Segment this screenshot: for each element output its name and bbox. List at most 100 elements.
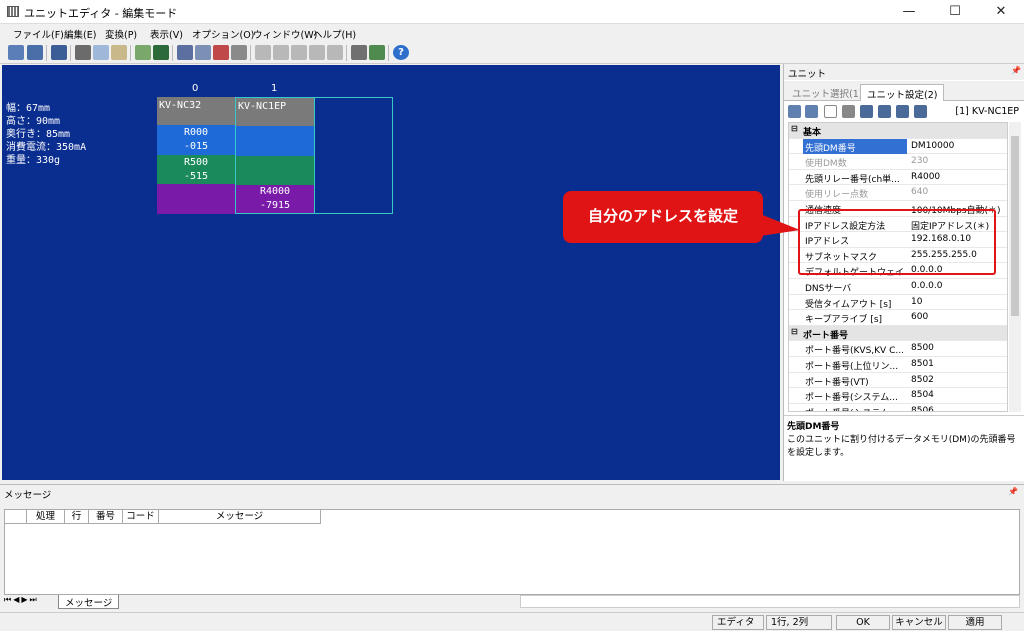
column-header-number[interactable]: 番号: [89, 510, 123, 524]
property-row[interactable]: 使用リレー点数 640: [789, 185, 1007, 201]
unit-kv-nc1ep[interactable]: KV-NC1EP R4000 -7915: [235, 97, 315, 214]
property-scrollbar[interactable]: [1009, 122, 1021, 412]
empty-slot[interactable]: [315, 97, 393, 214]
description-text: このユニットに割り付けるデータメモリ(DM)の先頭番号を設定します。: [787, 435, 1016, 458]
menu-file[interactable]: ファイル(F): [13, 27, 64, 41]
property-icon[interactable]: [824, 105, 837, 118]
ok-button[interactable]: OK: [836, 615, 890, 630]
column-number: 1: [271, 83, 278, 94]
check-icon[interactable]: [135, 45, 151, 60]
apply-button[interactable]: 適用: [948, 615, 1002, 630]
property-row[interactable]: ポート番号(KVS,KV C... 8500: [789, 341, 1007, 357]
tab-unit-settings[interactable]: ユニット設定(2): [860, 84, 945, 101]
collapse-icon[interactable]: ⊟: [791, 124, 798, 133]
paste-icon[interactable]: [111, 45, 127, 60]
property-value[interactable]: 600: [909, 310, 1007, 325]
tab-unit-select[interactable]: ユニット選択(1): [786, 84, 868, 101]
relay-end: -015: [183, 141, 209, 152]
property-row[interactable]: DNSサーバ 0.0.0.0: [789, 279, 1007, 295]
property-row[interactable]: ポート番号(VT) 8502: [789, 373, 1007, 389]
property-value[interactable]: R4000: [909, 170, 1007, 185]
mode-indicator: エディタ: [712, 615, 764, 630]
export-setting-icon[interactable]: [896, 105, 909, 118]
title-bar: ユニットエディタ - 編集モード — ☐ ✕: [0, 0, 1024, 24]
property-row[interactable]: 受信タイムアウト [s] 10: [789, 295, 1007, 311]
insert-unit-icon[interactable]: [273, 45, 289, 60]
cancel-button[interactable]: キャンセル: [892, 615, 946, 630]
menu-convert[interactable]: 変換(P): [105, 27, 137, 41]
wrench-icon[interactable]: [351, 45, 367, 60]
help-icon[interactable]: ?: [393, 45, 409, 60]
section-port[interactable]: ⊟ ポート番号: [789, 325, 1007, 342]
tab-nav-arrows[interactable]: ⏮◀▶⏭: [4, 595, 39, 605]
search-icon[interactable]: [177, 45, 193, 60]
property-row[interactable]: 使用DM数 230: [789, 154, 1007, 170]
property-row[interactable]: ポート番号(システム... 8504: [789, 388, 1007, 404]
import-setting-icon[interactable]: [878, 105, 891, 118]
copy-icon[interactable]: [93, 45, 109, 60]
column-header-process[interactable]: 処理: [27, 510, 65, 524]
pin-icon[interactable]: 📌: [1008, 487, 1018, 496]
panel-header: ユニット 📌: [784, 64, 1024, 80]
description-title: 先頭DM番号: [787, 422, 840, 432]
property-value[interactable]: 8501: [909, 357, 1007, 372]
export-icon[interactable]: [27, 45, 43, 60]
relay-block: [236, 126, 314, 156]
property-value[interactable]: 10: [909, 295, 1007, 310]
settings-icon[interactable]: [231, 45, 247, 60]
cut-icon[interactable]: [75, 45, 91, 60]
panel-toolbar: [1] KV-NC1EP: [784, 102, 1024, 122]
tool-icon[interactable]: [369, 45, 385, 60]
spec-weight: 重量：330g: [6, 155, 61, 166]
column-header-row[interactable]: 行: [65, 510, 89, 524]
property-value[interactable]: 0.0.0.0: [909, 279, 1007, 294]
network-icon[interactable]: [914, 105, 927, 118]
property-row[interactable]: ポート番号(上位リン... 8501: [789, 357, 1007, 373]
section-basic[interactable]: ⊟ 基本: [789, 123, 1007, 139]
property-row[interactable]: 先頭DM番号 DM10000: [789, 138, 1007, 155]
property-row[interactable]: 先頭リレー番号(ch単... R4000: [789, 170, 1007, 186]
property-value[interactable]: 8500: [909, 341, 1007, 356]
save-icon[interactable]: [51, 45, 67, 60]
expand-unit-icon[interactable]: [327, 45, 343, 60]
add-unit-icon[interactable]: [255, 45, 271, 60]
collapse-icon[interactable]: ⊟: [791, 327, 798, 336]
verify-icon[interactable]: [213, 45, 229, 60]
copy-setting-icon[interactable]: [842, 105, 855, 118]
tab-messages[interactable]: メッセージ: [58, 595, 120, 609]
relay-range: R4000 -7915: [236, 185, 314, 213]
pin-icon[interactable]: 📌: [1011, 66, 1021, 75]
paste-setting-icon[interactable]: [860, 105, 873, 118]
scroll-thumb[interactable]: [1011, 136, 1019, 316]
maximize-button[interactable]: ☐: [932, 0, 978, 24]
horizontal-scrollbar[interactable]: [520, 595, 1020, 608]
property-value: 640: [911, 187, 929, 198]
property-value[interactable]: 8506: [909, 404, 1007, 411]
menu-window[interactable]: ウィンドウ(W): [253, 27, 317, 41]
property-value[interactable]: 8502: [909, 373, 1007, 388]
relay-start: R500: [183, 157, 209, 168]
close-button[interactable]: ✕: [978, 0, 1024, 24]
menu-view[interactable]: 表示(V): [150, 27, 183, 41]
sort-alpha-icon[interactable]: [805, 105, 818, 118]
property-row[interactable]: キープアライブ [s] 600: [789, 310, 1007, 326]
menu-options[interactable]: オプション(O): [192, 27, 254, 41]
monitor-icon[interactable]: [153, 45, 169, 60]
column-header-code[interactable]: コード: [123, 510, 159, 524]
menu-edit[interactable]: 編集(E): [64, 27, 96, 41]
unit-list-icon[interactable]: [195, 45, 211, 60]
sort-category-icon[interactable]: [788, 105, 801, 118]
menu-help[interactable]: ヘルプ(H): [313, 27, 356, 41]
unit-kv-nc32[interactable]: KV-NC32 R000 -015 R500 -515: [157, 97, 235, 214]
delete-unit-icon[interactable]: [291, 45, 307, 60]
panel-tabs: ユニット選択(1) ユニット設定(2): [784, 81, 1024, 101]
property-row[interactable]: ポート番号(システム...8506: [789, 404, 1007, 411]
column-header-message[interactable]: メッセージ: [159, 510, 321, 524]
unit-canvas[interactable]: 0 1 幅：67mm 高さ：90mm 奥行き：85mm 消費電流：350mA 重…: [2, 65, 780, 480]
move-unit-icon[interactable]: [309, 45, 325, 60]
property-value[interactable]: DM10000: [909, 139, 1007, 154]
message-table[interactable]: 処理 行 番号 コード メッセージ: [4, 509, 1020, 595]
minimize-button[interactable]: —: [886, 0, 932, 24]
import-icon[interactable]: [8, 45, 24, 60]
property-value[interactable]: 8504: [909, 388, 1007, 403]
